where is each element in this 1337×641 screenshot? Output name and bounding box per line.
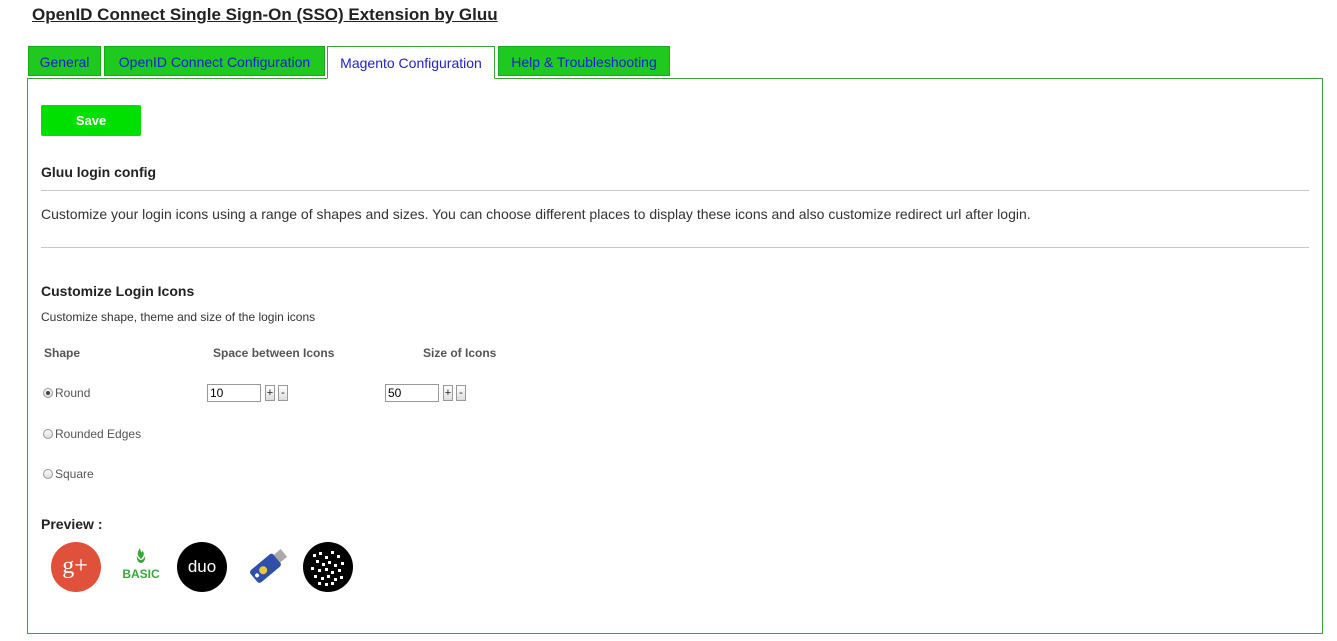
gluu-login-config-title: Gluu login config xyxy=(41,164,157,180)
customize-login-icons-title: Customize Login Icons xyxy=(41,283,195,299)
page-title: OpenID Connect Single Sign-On (SSO) Exte… xyxy=(32,5,498,24)
size-decrease-button[interactable]: - xyxy=(456,385,466,401)
space-between-icons-input[interactable] xyxy=(207,384,261,402)
tab-openid-connect-configuration[interactable]: OpenID Connect Configuration xyxy=(104,46,325,76)
shape-option-rounded-edges[interactable]: Rounded Edges xyxy=(43,427,141,441)
space-column-header: Space between Icons xyxy=(213,346,335,360)
shape-option-label: Rounded Edges xyxy=(55,427,142,441)
shape-option-square[interactable]: Square xyxy=(43,467,94,481)
icon-size-input[interactable] xyxy=(385,384,439,402)
size-increase-button[interactable]: + xyxy=(443,385,453,401)
radio-button[interactable] xyxy=(43,469,53,479)
space-increase-button[interactable]: + xyxy=(265,385,275,401)
tab-general[interactable]: General xyxy=(28,46,101,76)
tab-magento-configuration[interactable]: Magento Configuration xyxy=(327,46,495,79)
google-plus-icon[interactable]: g+ xyxy=(51,542,101,592)
radio-button[interactable] xyxy=(43,429,53,439)
radio-button[interactable] xyxy=(43,388,53,398)
qr-code-icon[interactable] xyxy=(303,542,353,592)
save-button[interactable]: Save xyxy=(41,105,141,136)
duo-text: duo xyxy=(188,557,216,576)
preview-title: Preview : xyxy=(41,516,103,532)
tab-help-troubleshooting[interactable]: Help & Troubleshooting xyxy=(498,46,670,76)
size-column-header: Size of Icons xyxy=(423,346,497,360)
u2f-key-icon[interactable] xyxy=(242,542,292,592)
basic-icon[interactable]: BASIC xyxy=(116,542,166,592)
divider xyxy=(41,190,1309,191)
basic-text: BASIC xyxy=(122,567,160,581)
duo-icon[interactable]: duo xyxy=(177,542,227,592)
customize-subtitle: Customize shape, theme and size of the l… xyxy=(41,310,316,324)
space-decrease-button[interactable]: - xyxy=(278,385,288,401)
divider xyxy=(41,247,1309,248)
google-plus-text: g+ xyxy=(62,553,88,579)
config-panel: Save Gluu login config Customize your lo… xyxy=(27,78,1323,634)
shape-option-round[interactable]: Round xyxy=(43,386,90,400)
shape-column-header: Shape xyxy=(44,346,81,360)
login-config-description: Customize your login icons using a range… xyxy=(41,206,1031,222)
shape-option-label: Square xyxy=(55,467,94,481)
shape-option-label: Round xyxy=(55,386,91,400)
